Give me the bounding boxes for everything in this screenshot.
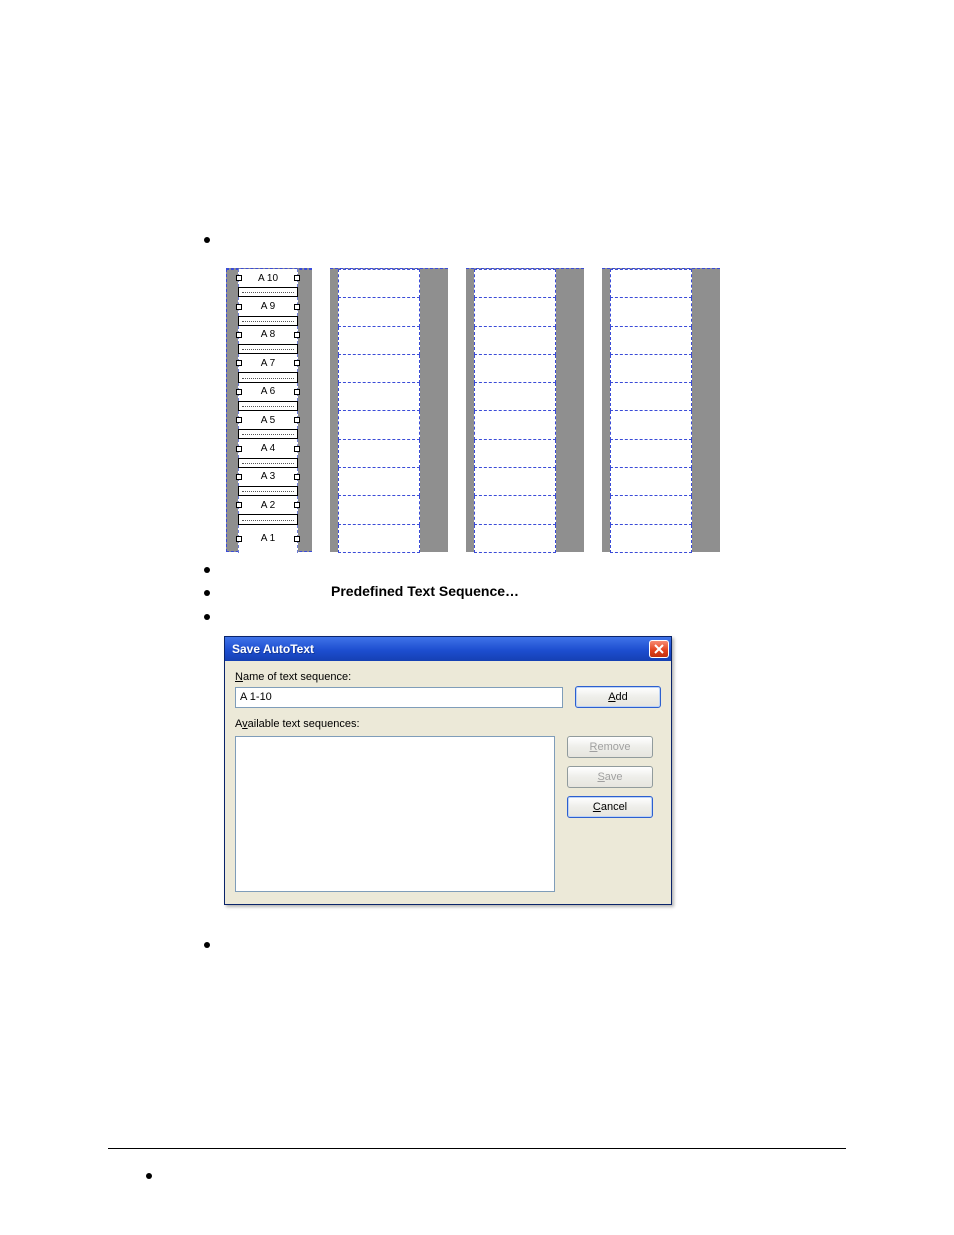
name-label: Name of text sequence: xyxy=(235,671,661,683)
panel-slot xyxy=(338,298,420,326)
panel-slot xyxy=(474,525,556,553)
save-button[interactable]: Save xyxy=(567,766,653,788)
panel-slot xyxy=(610,355,692,383)
panel-slot xyxy=(338,496,420,524)
panel-slot xyxy=(610,468,692,496)
panel-slot xyxy=(474,411,556,439)
bullet xyxy=(204,567,210,573)
panel-slot xyxy=(474,383,556,411)
bullet xyxy=(204,237,210,243)
panel-slot xyxy=(338,411,420,439)
panel-slot xyxy=(338,327,420,355)
panel-slot xyxy=(610,383,692,411)
panel-2 xyxy=(330,268,448,552)
panel-slot xyxy=(474,327,556,355)
dialog-title: Save AutoText xyxy=(232,642,649,656)
panel-1-label: A 6 xyxy=(238,383,298,401)
available-sequences-listbox[interactable] xyxy=(235,736,555,892)
panel-1-gap xyxy=(238,514,298,524)
panel-slot xyxy=(610,327,692,355)
dialog-titlebar[interactable]: Save AutoText xyxy=(225,637,671,661)
bullet xyxy=(204,942,210,948)
bullet xyxy=(204,614,210,620)
panel-1-label: A 1 xyxy=(238,525,298,553)
bottom-divider xyxy=(108,1148,846,1149)
panel-1-label: A 7 xyxy=(238,354,298,372)
panel-slot xyxy=(338,355,420,383)
panel-1-gap xyxy=(238,486,298,496)
panel-1-label: A 5 xyxy=(238,411,298,429)
panel-slot xyxy=(474,298,556,326)
bullet xyxy=(204,590,210,596)
predefined-text-sequence-heading: Predefined Text Sequence… xyxy=(331,583,519,599)
name-of-text-sequence-input[interactable] xyxy=(235,687,563,708)
panel-1-label: A 2 xyxy=(238,496,298,514)
panel-1-label: A 10 xyxy=(238,269,298,287)
panel-1-label: A 9 xyxy=(238,297,298,315)
panel-slot xyxy=(474,468,556,496)
panel-4 xyxy=(602,268,720,552)
save-autotext-dialog: Save AutoText Name of text sequence: Add… xyxy=(224,636,672,905)
panel-slot xyxy=(610,496,692,524)
panel-1-gap xyxy=(238,372,298,382)
panel-1-gap xyxy=(238,287,298,297)
panel-3 xyxy=(466,268,584,552)
panel-1-gap xyxy=(238,458,298,468)
panel-slot xyxy=(338,269,420,298)
panel-1-gap xyxy=(238,316,298,326)
panel-1-gap xyxy=(238,429,298,439)
panel-slot xyxy=(610,298,692,326)
add-button[interactable]: Add xyxy=(575,686,661,708)
panel-1-gap xyxy=(238,344,298,354)
panel-slot xyxy=(610,525,692,553)
close-icon[interactable] xyxy=(649,640,669,658)
panel-1: A 10 A 9 A 8 A 7 A 6 A 5 A 4 A 3 A 2 A 1 xyxy=(226,268,312,552)
panels-row: A 10 A 9 A 8 A 7 A 6 A 5 A 4 A 3 A 2 A 1 xyxy=(226,268,720,552)
available-sequences-label: Available text sequences: xyxy=(235,718,661,730)
remove-button[interactable]: Remove xyxy=(567,736,653,758)
panel-slot xyxy=(338,525,420,553)
panel-slot xyxy=(474,440,556,468)
panel-slot xyxy=(474,269,556,298)
cancel-button[interactable]: Cancel xyxy=(567,796,653,818)
panel-slot xyxy=(338,440,420,468)
panel-1-label: A 4 xyxy=(238,439,298,457)
panel-slot xyxy=(338,383,420,411)
panel-slot xyxy=(474,496,556,524)
bullet xyxy=(146,1173,152,1179)
panel-slot xyxy=(610,269,692,298)
panel-1-label: A 8 xyxy=(238,326,298,344)
panel-slot xyxy=(610,411,692,439)
panel-slot xyxy=(474,355,556,383)
panel-1-gap xyxy=(238,401,298,411)
panel-slot xyxy=(610,440,692,468)
panel-slot xyxy=(338,468,420,496)
panel-1-label: A 3 xyxy=(238,468,298,486)
